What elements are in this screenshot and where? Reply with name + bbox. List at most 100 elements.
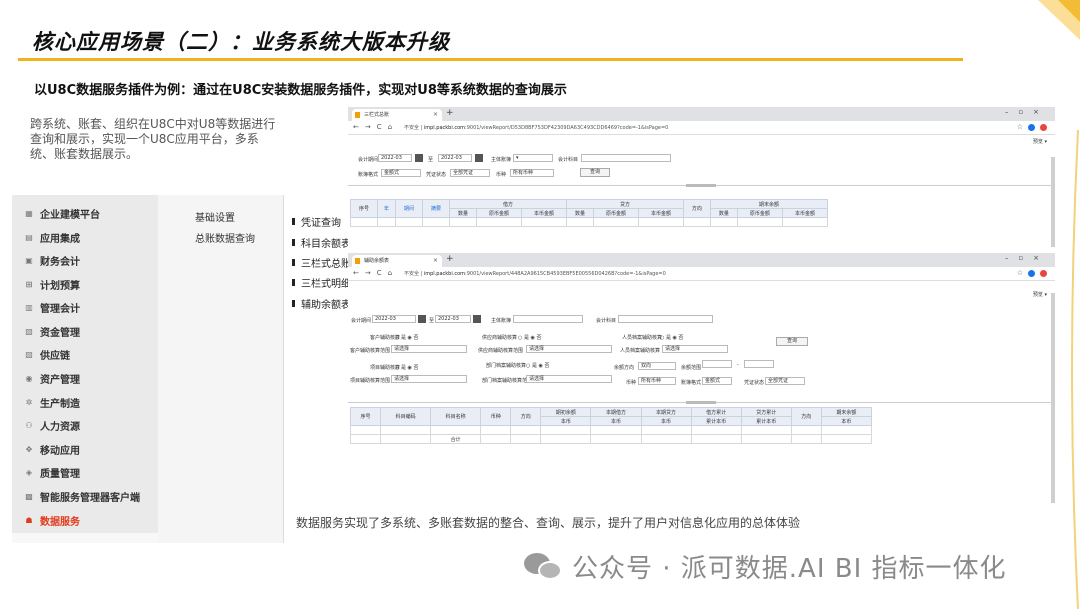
- currency-select[interactable]: 所有币种: [638, 377, 676, 385]
- client-icon: ▩: [25, 492, 33, 501]
- format-select[interactable]: 金额式: [381, 169, 421, 177]
- slide: 核心应用场景（二）：业务系统大版本升级 以U8C数据服务插件为例：通过在U8C安…: [0, 0, 1080, 609]
- report-link-voucher-query[interactable]: 凭证查询: [292, 214, 341, 229]
- menu-item-manufacturing[interactable]: ✲ 生产制造: [12, 391, 158, 414]
- sub-header: 原币金额: [592, 208, 639, 218]
- sub-header: 本币: [540, 416, 592, 426]
- url-field[interactable]: 不安全 | impl.packbi.com:9001/viewReport/44…: [404, 269, 1004, 279]
- menu-item-financial-accounting[interactable]: ▣ 财务会计: [12, 249, 158, 272]
- project-aux-radio[interactable]: ○ 是 ◉ 否: [395, 364, 419, 371]
- col-header: 科目编码: [380, 407, 432, 426]
- splitter-handle[interactable]: [686, 401, 716, 404]
- col-header[interactable]: 摘要: [422, 199, 450, 218]
- browser-window-aux-balance: 辅助余额表 × + –▫× ←→C⌂ 不安全 | impl.packbi.com:…: [348, 253, 1055, 508]
- report-link-aux-balance[interactable]: 辅助余额表: [292, 296, 351, 311]
- menu-item-label: 数据服务: [40, 517, 80, 528]
- book-select[interactable]: ▾: [513, 154, 553, 162]
- supplier-range-input[interactable]: 请选择: [526, 345, 612, 353]
- menu-item-asset-management[interactable]: ◉ 资产管理: [12, 367, 158, 390]
- col-header: 本期贷方: [640, 407, 692, 417]
- col-header: 期初余额: [540, 407, 592, 417]
- supplier-aux-radio[interactable]: ○ 是 ◉ 否: [518, 334, 542, 341]
- balance-max-input[interactable]: [744, 360, 774, 368]
- submenu-column: [158, 195, 283, 543]
- period-from-input[interactable]: 2022-03: [372, 315, 416, 323]
- staff-aux-radio[interactable]: ○ 是 ◉ 否: [660, 334, 684, 341]
- calendar-icon[interactable]: [475, 154, 483, 162]
- calendar-icon[interactable]: [415, 154, 423, 162]
- gear-icon: ✲: [25, 398, 33, 407]
- range-separator: 至: [429, 318, 435, 324]
- status-select[interactable]: 全部凭证: [450, 169, 490, 177]
- customer-aux-radio[interactable]: ○ 是 ◉ 否: [395, 334, 419, 341]
- menu-item-supply-chain[interactable]: ▨ 供应链: [12, 343, 158, 366]
- close-icon[interactable]: ×: [433, 255, 438, 267]
- report-link-account-balance[interactable]: 科目余额表: [292, 235, 351, 250]
- browser-tab[interactable]: 辅助余额表 ×: [352, 255, 442, 267]
- book-select[interactable]: [513, 315, 583, 323]
- sub-header: 本币: [590, 416, 642, 426]
- period-to-input[interactable]: 2022-03: [435, 315, 471, 323]
- scrollbar[interactable]: [1051, 293, 1055, 503]
- window-controls[interactable]: –▫×: [1005, 108, 1049, 116]
- submenu-gl-query[interactable]: 总账数据查询: [195, 230, 255, 245]
- calendar-icon[interactable]: [418, 315, 426, 323]
- extension-icon[interactable]: [1040, 123, 1047, 131]
- scrollbar[interactable]: [1051, 157, 1055, 247]
- col-header[interactable]: 期间: [395, 199, 423, 218]
- customer-range-input[interactable]: 请选择: [391, 345, 467, 353]
- staff-range-input[interactable]: 请选择: [662, 345, 728, 353]
- col-header[interactable]: 年: [377, 199, 396, 218]
- menu-item-enterprise-modeling[interactable]: ▦ 企业建模平台: [12, 202, 158, 225]
- watermark-text: 公众号 · 派可数据.AI BI 指标一体化: [572, 553, 1007, 584]
- query-button[interactable]: 查询: [580, 168, 610, 177]
- menu-item-fund-management[interactable]: ▧ 资金管理: [12, 320, 158, 343]
- url-field[interactable]: 不安全 | impl.packbi.com:9001/viewReport/D5…: [404, 123, 1004, 133]
- report-link-label: 辅助余额表: [301, 300, 351, 311]
- report-link-three-column-gl[interactable]: 三栏式总账: [292, 255, 351, 270]
- menu-item-quality[interactable]: ◈ 质量管理: [12, 461, 158, 484]
- preview-dropdown[interactable]: 预览 ▾: [1033, 291, 1047, 298]
- balance-min-input[interactable]: [702, 360, 732, 368]
- extension-icon[interactable]: [1040, 269, 1047, 277]
- extension-icon[interactable]: [1028, 123, 1035, 131]
- table-row: [349, 425, 873, 435]
- menu-item-app-integration[interactable]: ▤ 应用集成: [12, 226, 158, 249]
- preview-dropdown[interactable]: 预览 ▾: [1033, 138, 1047, 145]
- subject-input[interactable]: [618, 315, 713, 323]
- balance-dir-select[interactable]: 双向: [638, 362, 676, 370]
- menu-item-data-service[interactable]: ☗ 数据服务: [12, 509, 158, 532]
- dept-range-input[interactable]: 请选择: [526, 375, 612, 383]
- calendar-icon[interactable]: [473, 315, 481, 323]
- new-tab-icon[interactable]: +: [446, 108, 454, 118]
- project-range-input[interactable]: 请选择: [391, 375, 467, 383]
- splitter-handle[interactable]: [686, 184, 716, 187]
- book-label: 主体账簿: [491, 157, 512, 163]
- nav-buttons[interactable]: ←→C⌂: [353, 123, 398, 131]
- nav-buttons[interactable]: ←→C⌂: [353, 269, 398, 277]
- query-button[interactable]: 查询: [776, 337, 808, 346]
- bullet-icon: [292, 259, 295, 266]
- window-controls[interactable]: –▫×: [1005, 254, 1049, 262]
- browser-tab[interactable]: 三栏式总账 ×: [352, 109, 442, 121]
- new-tab-icon[interactable]: +: [446, 254, 454, 264]
- star-icon[interactable]: ☆: [1017, 269, 1023, 277]
- extension-icon[interactable]: [1028, 269, 1035, 277]
- menu-item-mobile-apps[interactable]: ✥ 移动应用: [12, 438, 158, 461]
- subject-input[interactable]: [581, 154, 671, 162]
- status-select[interactable]: 全部凭证: [765, 377, 805, 385]
- star-icon[interactable]: ☆: [1017, 123, 1023, 131]
- dept-aux-radio[interactable]: ○ 是 ◉ 否: [526, 362, 550, 369]
- period-to-input[interactable]: 2022-03: [438, 154, 472, 162]
- menu-item-service-manager-client[interactable]: ▩ 智能服务管理器客户端: [12, 485, 158, 508]
- menu-item-budget[interactable]: ⊞ 计划预算: [12, 273, 158, 296]
- close-icon[interactable]: ×: [433, 109, 438, 121]
- format-select[interactable]: 金额式: [702, 377, 732, 385]
- menu-item-human-resources[interactable]: ⚇ 人力资源: [12, 414, 158, 437]
- chain-icon: ▨: [25, 350, 33, 359]
- menu-item-management-accounting[interactable]: ▥ 管理会计: [12, 296, 158, 319]
- currency-select[interactable]: 所有币种: [510, 169, 554, 177]
- period-from-input[interactable]: 2022-03: [378, 154, 412, 162]
- submenu-basic-settings[interactable]: 基础设置: [195, 209, 235, 224]
- format-label: 账簿格式: [358, 172, 379, 178]
